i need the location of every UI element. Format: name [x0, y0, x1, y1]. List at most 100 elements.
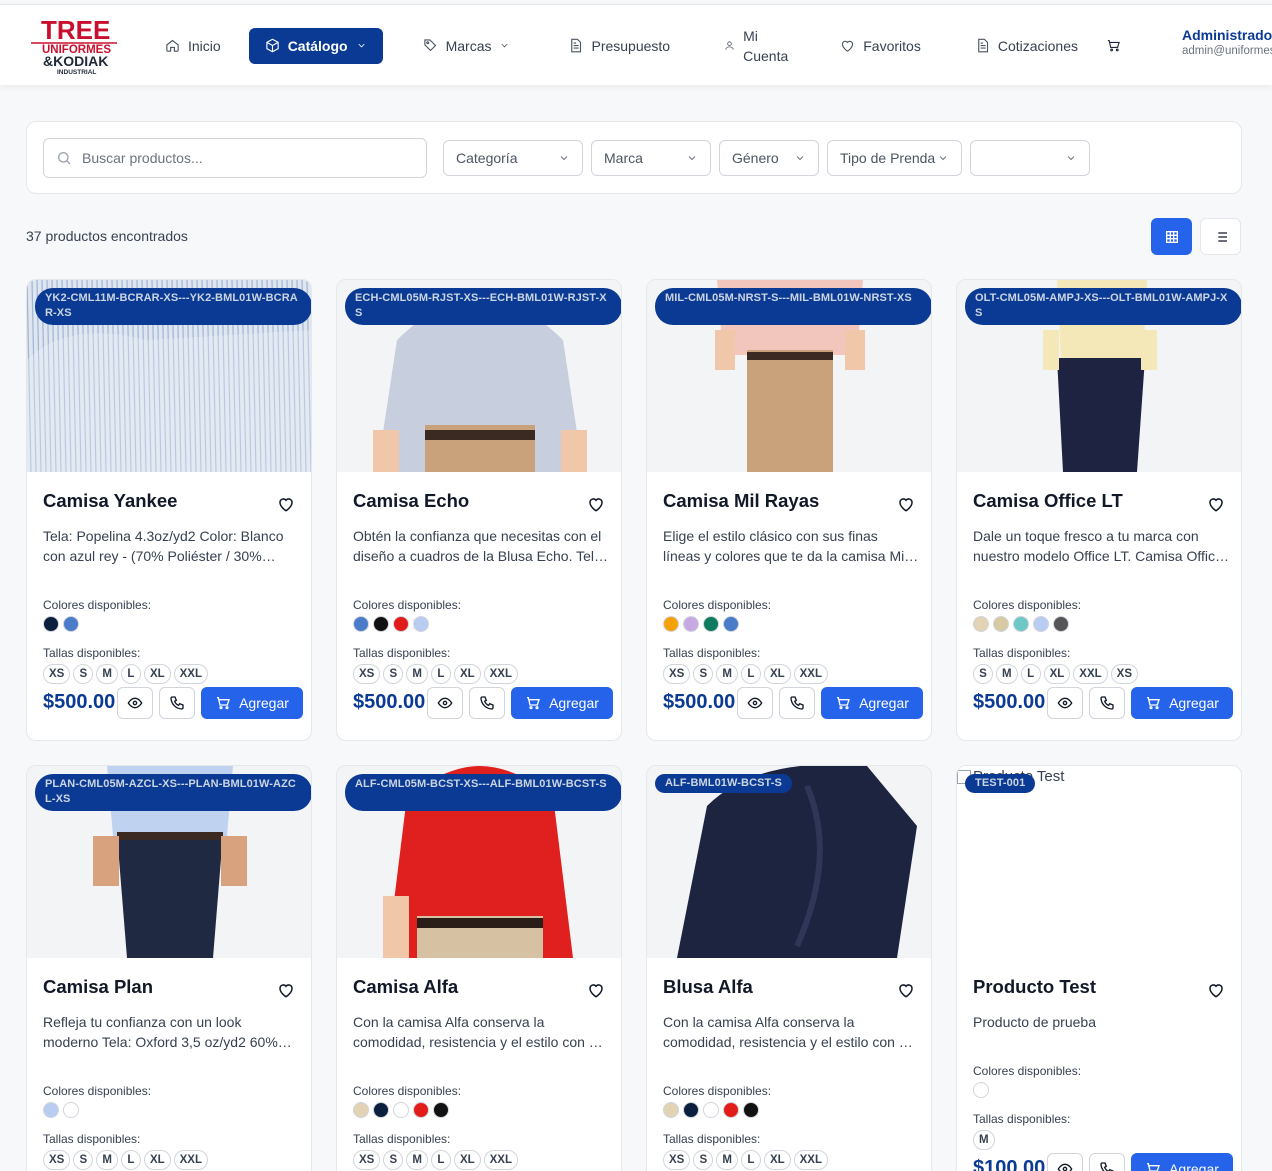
- favorite-button[interactable]: [897, 495, 915, 513]
- favorite-button[interactable]: [587, 495, 605, 513]
- size-chip[interactable]: L: [120, 1150, 141, 1170]
- favorite-button[interactable]: [897, 981, 915, 999]
- size-chip[interactable]: XL: [763, 664, 791, 684]
- product-title[interactable]: Camisa Echo: [353, 490, 469, 512]
- product-title[interactable]: Producto Test: [973, 976, 1096, 998]
- call-button[interactable]: [1089, 687, 1125, 719]
- color-swatch[interactable]: [683, 616, 699, 632]
- size-chip[interactable]: XS: [43, 664, 71, 684]
- size-chip[interactable]: S: [973, 664, 993, 684]
- product-card[interactable]: OLT-CML05M-AMPJ-XS---OLT-BML01W-AMPJ-XS C…: [956, 279, 1242, 741]
- color-swatch[interactable]: [663, 616, 679, 632]
- size-chip[interactable]: XXL: [483, 1150, 519, 1170]
- size-chip[interactable]: XL: [143, 664, 171, 684]
- cart-button[interactable]: [1094, 28, 1133, 64]
- size-chip[interactable]: M: [406, 664, 428, 684]
- color-swatch[interactable]: [1013, 616, 1029, 632]
- product-image[interactable]: [957, 766, 1241, 958]
- product-card[interactable]: ECH-CML05M-RJST-XS---ECH-BML01W-RJST-XS C…: [336, 279, 622, 741]
- color-swatch[interactable]: [683, 1102, 699, 1118]
- color-swatch[interactable]: [1053, 616, 1069, 632]
- color-swatch[interactable]: [973, 616, 989, 632]
- favorite-button[interactable]: [277, 981, 295, 999]
- size-chip[interactable]: XL: [1043, 664, 1071, 684]
- product-title[interactable]: Camisa Plan: [43, 976, 153, 998]
- color-swatch[interactable]: [43, 616, 59, 632]
- call-button[interactable]: [779, 687, 815, 719]
- color-swatch[interactable]: [703, 1102, 719, 1118]
- view-details-button[interactable]: [1047, 1153, 1083, 1171]
- user-menu[interactable]: Administrador admin@uniformes: [1182, 27, 1272, 57]
- product-title[interactable]: Camisa Office LT: [973, 490, 1123, 512]
- view-details-button[interactable]: [1047, 687, 1083, 719]
- size-chip[interactable]: XL: [143, 1150, 171, 1170]
- size-chip[interactable]: XXL: [173, 1150, 209, 1170]
- size-chip[interactable]: XL: [763, 1150, 791, 1170]
- size-chip[interactable]: L: [740, 1150, 761, 1170]
- product-card[interactable]: ALF-CML05M-BCST-XS---ALF-BML01W-BCST-S Ca…: [336, 765, 622, 1171]
- add-to-cart-button[interactable]: Agregar: [511, 687, 613, 719]
- color-swatch[interactable]: [373, 616, 389, 632]
- size-chip[interactable]: M: [96, 1150, 118, 1170]
- product-card[interactable]: YK2-CML11M-BCRAR-XS---YK2-BML01W-BCRAR-X…: [26, 279, 312, 741]
- size-chip[interactable]: S: [693, 664, 714, 684]
- product-title[interactable]: Blusa Alfa: [663, 976, 753, 998]
- add-to-cart-button[interactable]: Agregar: [1131, 1153, 1233, 1171]
- size-chip[interactable]: XXL: [173, 664, 209, 684]
- product-image[interactable]: [647, 766, 931, 958]
- color-swatch[interactable]: [743, 1102, 759, 1118]
- favorite-button[interactable]: [587, 981, 605, 999]
- nav-inicio[interactable]: Inicio: [153, 28, 233, 64]
- product-title[interactable]: Camisa Alfa: [353, 976, 458, 998]
- size-chip[interactable]: XS: [43, 1150, 71, 1170]
- color-swatch[interactable]: [63, 1102, 79, 1118]
- view-details-button[interactable]: [737, 687, 773, 719]
- view-details-button[interactable]: [117, 687, 153, 719]
- product-card[interactable]: PLAN-CML05M-AZCL-XS---PLAN-BML01W-AZCL-X…: [26, 765, 312, 1171]
- nav-mi-cuenta[interactable]: Mi Cuenta: [712, 28, 800, 64]
- color-swatch[interactable]: [993, 616, 1009, 632]
- color-swatch[interactable]: [973, 1082, 989, 1098]
- extra-select[interactable]: [970, 140, 1090, 176]
- add-to-cart-button[interactable]: Agregar: [821, 687, 923, 719]
- size-chip[interactable]: XS: [1110, 664, 1139, 684]
- call-button[interactable]: [159, 687, 195, 719]
- size-chip[interactable]: M: [996, 664, 1018, 684]
- search-input[interactable]: Buscar productos...: [43, 138, 427, 178]
- size-chip[interactable]: XXL: [793, 1150, 829, 1170]
- size-chip[interactable]: L: [430, 664, 451, 684]
- color-swatch[interactable]: [393, 1102, 409, 1118]
- product-card[interactable]: ALF-BML01W-BCST-S Blusa Alfa Con la camisa…: [646, 765, 932, 1171]
- size-chip[interactable]: L: [430, 1150, 451, 1170]
- color-swatch[interactable]: [393, 616, 409, 632]
- size-chip[interactable]: XXL: [793, 664, 829, 684]
- product-card[interactable]: MIL-CML05M-NRST-S---MIL-BML01W-NRST-XS Ca…: [646, 279, 932, 741]
- size-chip[interactable]: S: [383, 1150, 404, 1170]
- size-chip[interactable]: S: [693, 1150, 714, 1170]
- size-chip[interactable]: M: [716, 664, 738, 684]
- size-chip[interactable]: XS: [663, 1150, 691, 1170]
- color-swatch[interactable]: [663, 1102, 679, 1118]
- size-chip[interactable]: XS: [353, 664, 381, 684]
- size-chip[interactable]: M: [406, 1150, 428, 1170]
- list-view-button[interactable]: [1200, 218, 1241, 255]
- grid-view-button[interactable]: [1151, 218, 1192, 255]
- size-chip[interactable]: M: [973, 1130, 995, 1150]
- color-swatch[interactable]: [353, 616, 369, 632]
- favorite-button[interactable]: [1207, 495, 1225, 513]
- size-chip[interactable]: S: [73, 664, 94, 684]
- view-details-button[interactable]: [427, 687, 463, 719]
- size-chip[interactable]: XS: [663, 664, 691, 684]
- nav-cotizaciones[interactable]: Cotizaciones: [963, 28, 1090, 64]
- color-swatch[interactable]: [353, 1102, 369, 1118]
- nav-catalogo[interactable]: Catálogo: [248, 27, 383, 64]
- size-chip[interactable]: XL: [453, 664, 481, 684]
- nav-presupuesto[interactable]: Presupuesto: [556, 28, 682, 64]
- color-swatch[interactable]: [63, 616, 79, 632]
- color-swatch[interactable]: [703, 616, 719, 632]
- color-swatch[interactable]: [413, 1102, 429, 1118]
- nav-favoritos[interactable]: Favoritos: [828, 28, 933, 64]
- favorite-button[interactable]: [277, 495, 295, 513]
- product-title[interactable]: Camisa Yankee: [43, 490, 177, 512]
- garment-type-select[interactable]: Tipo de Prenda: [827, 140, 962, 176]
